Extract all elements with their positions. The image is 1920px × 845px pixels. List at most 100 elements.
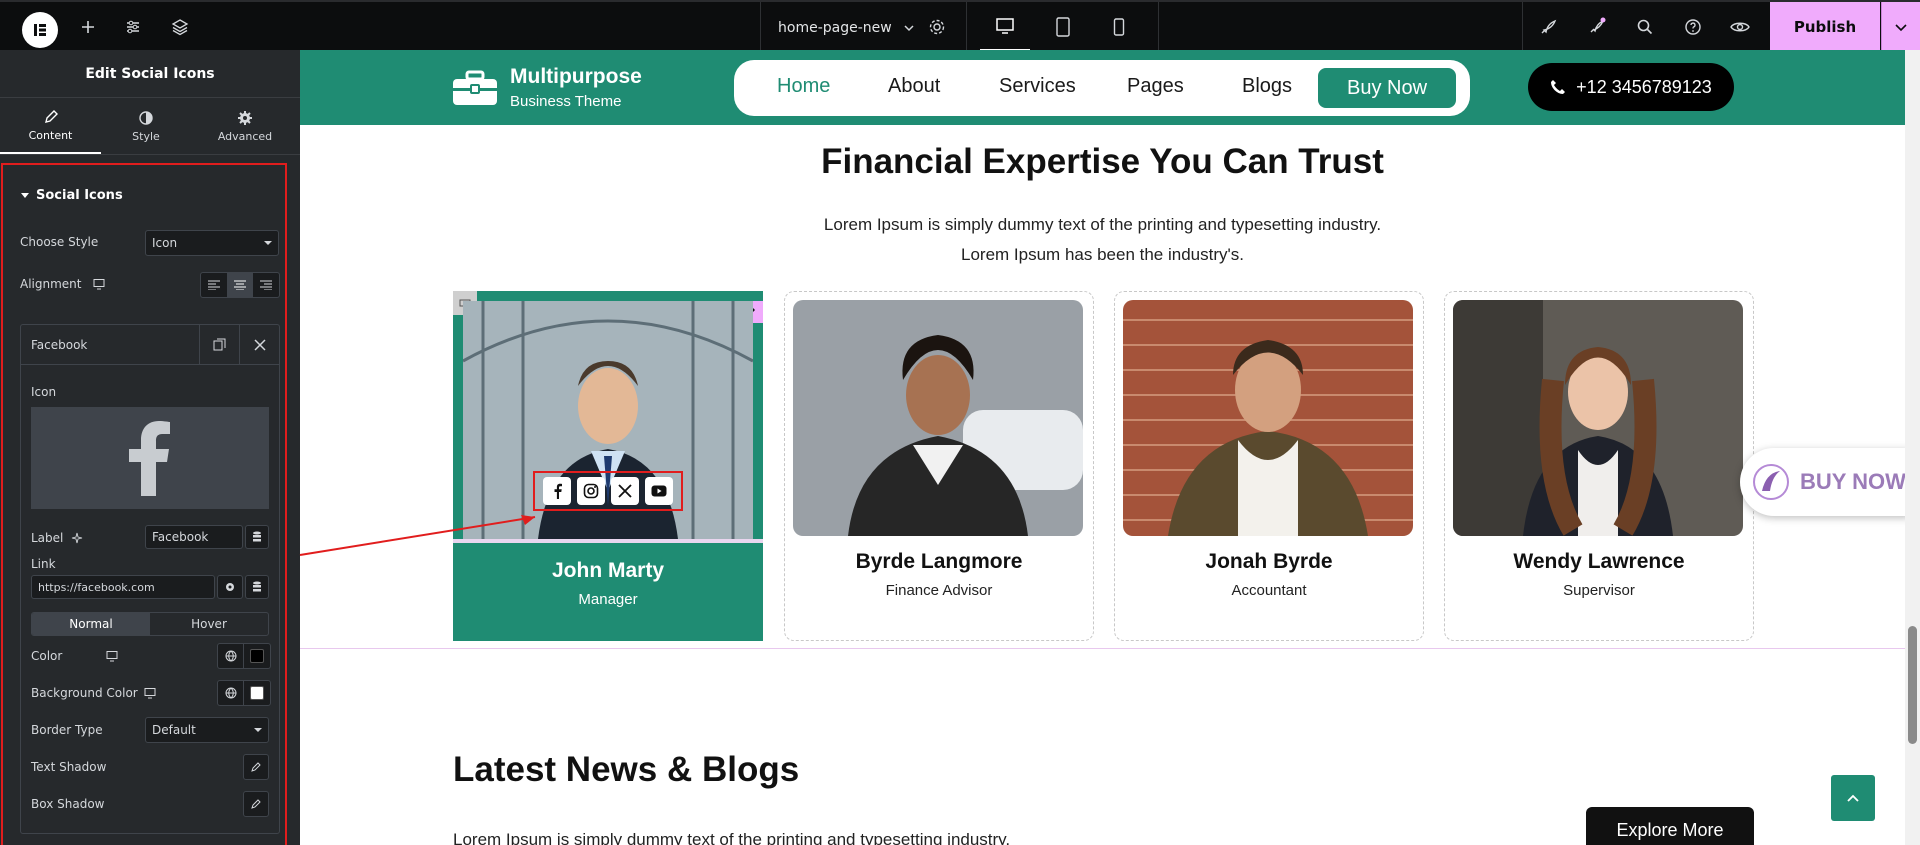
desktop-view-button[interactable] — [980, 2, 1030, 52]
team-role: Supervisor — [1563, 582, 1635, 599]
nav-home[interactable]: Home — [777, 75, 830, 98]
floating-buy-now-button[interactable]: BUY NOW — [1740, 448, 1905, 516]
canvas-scrollbar[interactable] — [1905, 50, 1920, 845]
pencil-icon — [44, 109, 58, 123]
global-bg-color-button[interactable] — [218, 681, 244, 705]
site-header: Multipurpose Business Theme Home About S… — [300, 50, 1905, 125]
annotation-arrow — [299, 515, 536, 556]
brand-name[interactable]: Multipurpose — [510, 65, 642, 89]
tab-advanced[interactable]: Advanced — [195, 98, 295, 154]
section-subtext-line2: Lorem Ipsum has been the industry's. — [961, 245, 1244, 264]
tab-style[interactable]: Style — [101, 98, 191, 154]
mobile-view-button[interactable] — [1094, 2, 1144, 52]
team-card-2[interactable]: Byrde Langmore Finance Advisor — [784, 291, 1094, 641]
global-color-button[interactable] — [218, 644, 244, 668]
color-label: Color — [31, 649, 63, 663]
site-settings-icon[interactable] — [120, 14, 146, 40]
desktop-icon — [106, 651, 118, 662]
chevron-up-icon — [1847, 794, 1859, 802]
tab-hover[interactable]: Hover — [150, 613, 268, 635]
background-color-label: Background Color — [31, 686, 138, 700]
link-input[interactable]: https://facebook.com — [31, 575, 215, 599]
section-heading: Financial Expertise You Can Trust — [821, 142, 1384, 181]
color-picker[interactable] — [244, 644, 270, 668]
phone-icon — [1551, 80, 1566, 94]
ai-sparkle-icon[interactable] — [71, 532, 83, 544]
back-to-top-button[interactable] — [1831, 775, 1875, 821]
add-element-icon[interactable] — [75, 14, 101, 40]
copy-icon — [213, 338, 226, 351]
preview-eye-icon[interactable] — [1727, 14, 1753, 40]
section-toggle[interactable]: Social Icons — [0, 183, 300, 207]
scrollbar-thumb[interactable] — [1908, 626, 1917, 744]
social-icons-widget[interactable] — [533, 471, 683, 511]
duplicate-button[interactable] — [199, 324, 239, 365]
nav-pages[interactable]: Pages — [1127, 75, 1184, 98]
publish-options-button[interactable] — [1881, 2, 1920, 52]
link-label: Link — [31, 557, 56, 571]
caret-down-icon — [264, 241, 272, 245]
tab-normal[interactable]: Normal — [32, 613, 150, 635]
team-card-3[interactable]: Jonah Byrde Accountant — [1114, 291, 1424, 641]
explore-more-button[interactable]: Explore More — [1586, 807, 1754, 845]
team-card-4[interactable]: Wendy Lawrence Supervisor — [1444, 291, 1754, 641]
team-role: Manager — [578, 591, 638, 608]
briefcase-icon — [452, 70, 498, 110]
label-dynamic-button[interactable] — [245, 525, 269, 549]
page-switcher[interactable]: home-page-new — [778, 18, 916, 38]
align-right-button[interactable] — [253, 273, 279, 297]
search-icon[interactable] — [1632, 14, 1658, 40]
page-name: home-page-new — [778, 20, 892, 36]
layers-icon[interactable] — [167, 14, 193, 40]
elementor-logo-icon[interactable] — [22, 12, 58, 48]
choose-style-select[interactable]: Icon — [145, 230, 279, 256]
repeater-item-title[interactable]: Facebook — [21, 338, 199, 352]
label-input[interactable]: Facebook — [145, 525, 243, 549]
tablet-view-button[interactable] — [1038, 2, 1088, 52]
nav-services[interactable]: Services — [999, 75, 1076, 98]
bg-color-picker[interactable] — [244, 681, 270, 705]
close-icon — [253, 338, 266, 351]
facebook-icon — [554, 483, 562, 499]
alignment-label: Alignment — [20, 277, 82, 291]
main-nav: Home About Services Pages Blogs Buy Now — [734, 60, 1470, 116]
text-shadow-edit-button[interactable] — [243, 754, 269, 780]
box-shadow-edit-button[interactable] — [243, 791, 269, 817]
align-left-button[interactable] — [201, 273, 227, 297]
nav-buy-now-button[interactable]: Buy Now — [1318, 68, 1456, 108]
publish-button[interactable]: Publish — [1770, 2, 1880, 52]
notifications-icon[interactable] — [1584, 14, 1610, 40]
instagram-icon — [583, 483, 599, 499]
globe-icon — [225, 687, 236, 699]
link-dynamic-button[interactable] — [245, 575, 269, 599]
border-type-select[interactable]: Default — [145, 717, 269, 743]
icon-picker[interactable] — [31, 407, 269, 509]
align-left-icon — [208, 280, 220, 290]
social-x-link[interactable] — [611, 477, 639, 505]
help-icon[interactable] — [1680, 14, 1706, 40]
remove-button[interactable] — [239, 324, 279, 365]
align-center-button[interactable] — [227, 273, 253, 297]
youtube-icon — [651, 485, 667, 497]
border-type-label: Border Type — [31, 723, 103, 737]
tab-content[interactable]: Content — [0, 98, 101, 154]
rocket-icon[interactable] — [1535, 14, 1561, 40]
social-youtube-link[interactable] — [645, 477, 673, 505]
desktop-icon — [93, 279, 105, 290]
chevron-down-icon — [904, 25, 914, 32]
page-settings-icon[interactable] — [924, 14, 950, 40]
nav-about[interactable]: About — [888, 75, 940, 98]
team-name: Byrde Langmore — [855, 550, 1023, 573]
x-icon — [618, 484, 632, 498]
blogs-subtext: Lorem Ipsum is simply dummy text of the … — [453, 830, 1011, 845]
editor-topbar: home-page-new Publish — [0, 0, 1920, 52]
database-icon — [253, 581, 261, 592]
phone-button[interactable]: +12 3456789123 — [1528, 63, 1734, 111]
social-instagram-link[interactable] — [577, 477, 605, 505]
alignment-group — [200, 272, 280, 298]
repeater-item-facebook: Facebook Icon Label Facebook Link https:… — [20, 324, 280, 834]
nav-blogs[interactable]: Blogs — [1242, 75, 1292, 98]
team-role: Accountant — [1231, 582, 1307, 599]
link-options-button[interactable] — [217, 575, 243, 599]
team-card-1[interactable]: John Marty Manager — [453, 291, 763, 641]
